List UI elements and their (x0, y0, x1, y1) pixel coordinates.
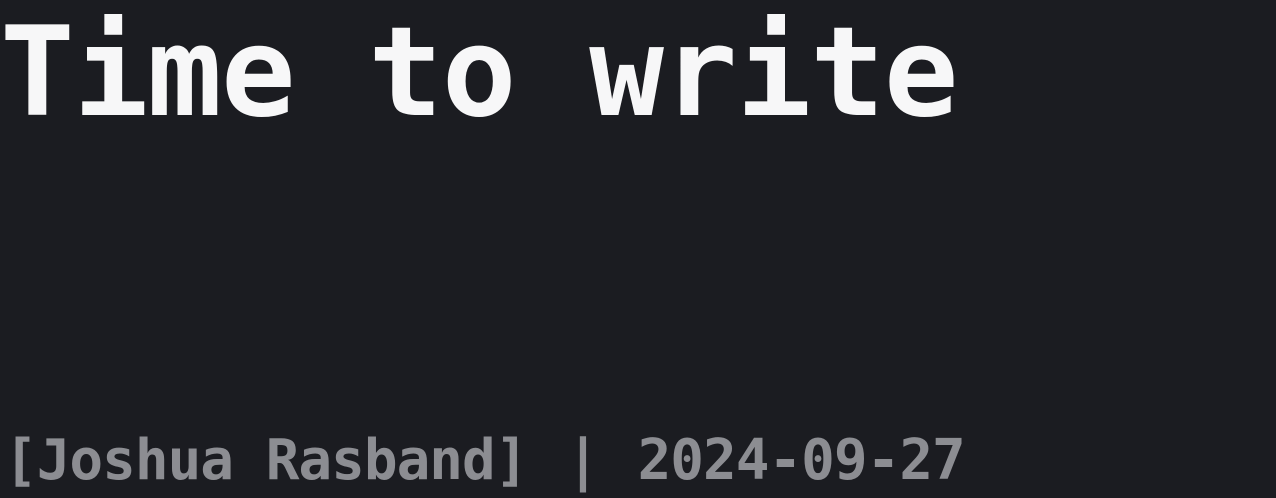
meta-separator: | (566, 428, 600, 493)
post-meta: [Joshua Rasband] | 2024-09-27 (4, 428, 966, 493)
post-date: 2024-09-27 (637, 428, 966, 493)
post-title: Time to write (0, 1, 959, 145)
post-author: [Joshua Rasband] (4, 428, 528, 493)
post-header: Time to write [Joshua Rasband] | 2024-09… (0, 0, 1276, 498)
